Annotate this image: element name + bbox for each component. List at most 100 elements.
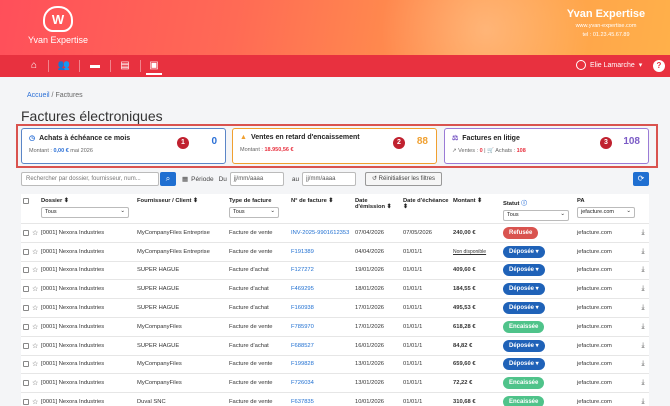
cell-echeance: 01/01/1 [401, 260, 451, 280]
refresh-button[interactable]: ⟳ [633, 172, 649, 186]
status-badge[interactable]: Déposée ▾ [503, 245, 545, 258]
table-row[interactable]: ☆ [0001] Nexora Industries MyCompanyFiles F… [21, 354, 649, 374]
row-checkbox[interactable] [23, 361, 29, 368]
row-checkbox[interactable] [23, 380, 29, 387]
col-emission[interactable]: Date d'émission ⬍ [355, 198, 399, 210]
download-icon[interactable]: ⤓ [637, 354, 649, 374]
folder-icon[interactable]: ▬ [88, 59, 102, 73]
invoice-number-link[interactable]: F469295 [291, 286, 314, 292]
date-from-input[interactable]: jj/mm/aaaa [229, 172, 284, 186]
invoice-number-link[interactable]: F785970 [291, 324, 314, 330]
invoice-number-link[interactable]: INV-2025-9901612353 [291, 230, 349, 236]
table-row[interactable]: ☆ [0001] Nexora Industries SUPER HAGUE Fact… [21, 335, 649, 356]
table-row[interactable]: ☆ [0001] Nexora Industries MyCompanyFiles F… [21, 373, 649, 393]
status-badge[interactable]: Déposée ▾ [503, 302, 545, 315]
search-button[interactable]: ⌕ [160, 172, 176, 186]
star-icon[interactable]: ☆ [32, 361, 38, 368]
invoice-number-link[interactable]: F191389 [291, 249, 314, 255]
invoice-number-link[interactable]: F688527 [291, 343, 314, 349]
reset-filters-button[interactable]: ↺ Réinitialiser les filtres [365, 172, 442, 186]
help-button[interactable]: ? [653, 60, 665, 72]
invoice-number-link[interactable]: F726034 [291, 380, 314, 386]
star-icon[interactable]: ☆ [32, 230, 38, 237]
card-value: 88 [416, 136, 428, 147]
type-filter-select[interactable]: Tous [229, 207, 279, 218]
cell-fournisseur: SUPER HAGUE [135, 335, 227, 356]
card-ventes-retard[interactable]: ▲ Ventes en retard d'encaissement Montan… [232, 128, 437, 164]
download-icon[interactable]: ⤓ [637, 335, 649, 356]
row-checkbox[interactable] [23, 248, 29, 255]
cell-emission: 07/04/2026 [353, 223, 401, 243]
download-icon[interactable]: ⤓ [637, 279, 649, 299]
card-factures-litige[interactable]: ⚖ Factures en litige ↗ Ventes : 0 | 🛒 Ac… [444, 128, 649, 164]
row-checkbox[interactable] [23, 305, 29, 312]
col-numero[interactable]: N° de facture ⬍ [291, 198, 351, 204]
col-montant[interactable]: Montant ⬍ [453, 198, 499, 204]
logo-mark: W [43, 6, 73, 32]
download-icon[interactable]: ⤓ [637, 298, 649, 318]
download-icon[interactable]: ⤓ [637, 373, 649, 393]
logo[interactable]: W Yvan Expertise [28, 6, 88, 52]
select-all-checkbox[interactable] [23, 198, 29, 204]
table-row[interactable]: ☆ [0001] Nexora Industries MyCompanyFiles … [21, 223, 649, 243]
status-badge[interactable]: Déposée ▾ [503, 358, 545, 371]
download-icon[interactable]: ⤓ [637, 260, 649, 280]
cell-emission: 04/04/2026 [353, 241, 401, 262]
row-checkbox[interactable] [23, 342, 29, 349]
dossier-filter-select[interactable]: Tous [41, 207, 129, 218]
cell-fournisseur: Duval SNC [135, 392, 227, 406]
download-icon[interactable]: ⤓ [637, 241, 649, 262]
star-icon[interactable]: ☆ [32, 305, 38, 312]
row-checkbox[interactable] [23, 229, 29, 236]
table-row[interactable]: ☆ [0001] Nexora Industries SUPER HAGUE Fact… [21, 298, 649, 318]
download-icon[interactable]: ⤓ [637, 223, 649, 243]
row-checkbox[interactable] [23, 286, 29, 293]
statut-filter-select[interactable]: Tous [503, 210, 569, 221]
star-icon[interactable]: ☆ [32, 343, 38, 350]
status-badge: Encaissée [503, 320, 545, 333]
user-menu[interactable]: Elie Lamarche ▾ [576, 60, 642, 70]
star-icon[interactable]: ☆ [32, 267, 38, 274]
star-icon[interactable]: ☆ [32, 380, 38, 387]
table-row[interactable]: ☆ [0001] Nexora Industries SUPER HAGUE Fact… [21, 279, 649, 299]
star-icon[interactable]: ☆ [32, 286, 38, 293]
download-icon[interactable]: ⤓ [637, 316, 649, 337]
home-icon[interactable]: ⌂ [27, 59, 41, 73]
clock-icon: ◷ [29, 135, 36, 142]
star-icon[interactable]: ☆ [32, 399, 38, 406]
status-badge[interactable]: Déposée ▾ [503, 283, 545, 296]
invoice-number-link[interactable]: F160938 [291, 305, 314, 311]
table-row[interactable]: ☆ [0001] Nexora Industries MyCompanyFiles F… [21, 316, 649, 337]
row-checkbox[interactable] [23, 267, 29, 274]
pa-filter-select[interactable]: jefacture.com [577, 207, 635, 218]
banner-decoration [330, 0, 590, 55]
row-checkbox[interactable] [23, 323, 29, 330]
table-row[interactable]: ☆ [0001] Nexora Industries SUPER HAGUE Fact… [21, 260, 649, 280]
col-fournisseur[interactable]: Fournisseur / Client ⬍ [137, 198, 225, 204]
users-icon[interactable]: 👥 [57, 59, 71, 73]
cell-pa: jefacture.com [575, 354, 637, 374]
invoice-icon[interactable]: ▣ [147, 59, 161, 73]
cell-emission: 17/01/2026 [353, 298, 401, 318]
invoices-table: Dossier ⬍ Tous Fournisseur / Client ⬍ Ty… [21, 194, 649, 406]
search-input[interactable]: Rechercher par dossier, fournisseur, num… [21, 172, 159, 186]
breadcrumb-home[interactable]: Accueil [27, 92, 50, 99]
download-icon[interactable]: ⤓ [637, 392, 649, 406]
row-checkbox[interactable] [23, 399, 29, 406]
col-echeance[interactable]: Date d'échéance ⬍ [403, 198, 449, 210]
info-icon[interactable]: ⓘ [521, 201, 527, 207]
star-icon[interactable]: ☆ [32, 249, 38, 256]
status-badge[interactable]: Déposée ▾ [503, 339, 545, 352]
card-achats-echeance[interactable]: ◷ Achats à échéance ce mois Montant : 0,… [21, 128, 226, 164]
invoice-number-link[interactable]: F637835 [291, 399, 314, 405]
status-badge[interactable]: Déposée ▾ [503, 264, 545, 277]
date-to-input[interactable]: jj/mm/aaaa [302, 172, 357, 186]
table-row[interactable]: ☆ [0001] Nexora Industries Duval SNC Factur… [21, 392, 649, 406]
status-badge: Encaissée [503, 396, 545, 406]
table-row[interactable]: ☆ [0001] Nexora Industries MyCompanyFiles … [21, 241, 649, 262]
clipboard-icon[interactable]: ▤ [118, 59, 132, 73]
col-dossier[interactable]: Dossier ⬍ [41, 198, 133, 204]
star-icon[interactable]: ☆ [32, 324, 38, 331]
invoice-number-link[interactable]: F199828 [291, 361, 314, 367]
invoice-number-link[interactable]: F127272 [291, 267, 314, 273]
